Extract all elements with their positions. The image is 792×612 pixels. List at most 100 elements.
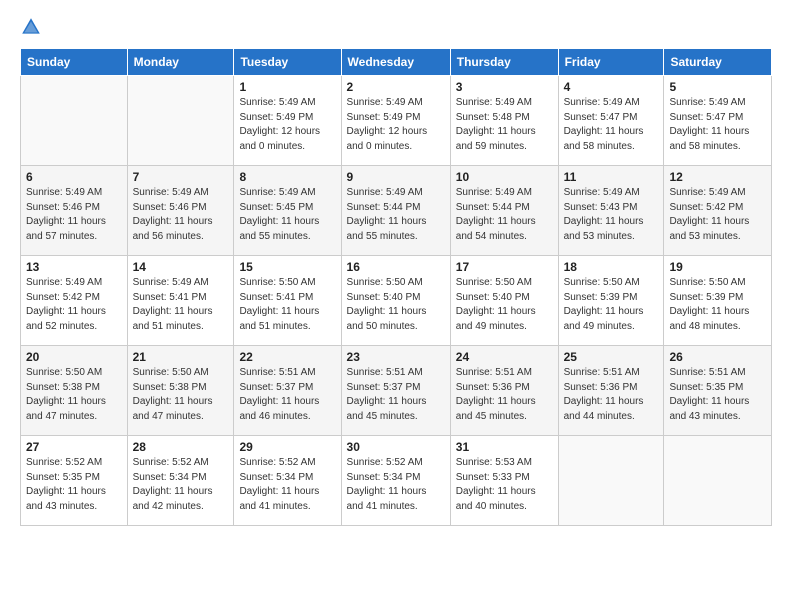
day-number: 24 (456, 350, 553, 364)
day-number: 9 (347, 170, 445, 184)
day-info: Sunrise: 5:50 AMSunset: 5:38 PMDaylight:… (26, 366, 122, 424)
day-number: 23 (347, 350, 445, 364)
calendar-cell: 28 Sunrise: 5:52 AMSunset: 5:34 PMDayligh… (127, 436, 234, 526)
day-number: 11 (564, 170, 659, 184)
day-number: 22 (239, 350, 335, 364)
day-info: Sunrise: 5:49 AMSunset: 5:49 PMDaylight:… (239, 96, 335, 154)
day-info: Sunrise: 5:49 AMSunset: 5:46 PMDaylight:… (26, 186, 122, 244)
calendar-cell: 24 Sunrise: 5:51 AMSunset: 5:36 PMDayligh… (450, 346, 558, 436)
calendar-cell: 13 Sunrise: 5:49 AMSunset: 5:42 PMDayligh… (21, 256, 128, 346)
calendar-cell: 8 Sunrise: 5:49 AMSunset: 5:45 PMDaylight… (234, 166, 341, 256)
day-number: 10 (456, 170, 553, 184)
day-info: Sunrise: 5:52 AMSunset: 5:34 PMDaylight:… (347, 456, 445, 514)
day-number: 17 (456, 260, 553, 274)
weekday-header: Tuesday (234, 49, 341, 76)
day-info: Sunrise: 5:49 AMSunset: 5:44 PMDaylight:… (347, 186, 445, 244)
calendar-cell: 4Sunrise: 5:49 AMSunset: 5:47 PMDaylight… (558, 76, 664, 166)
day-number: 27 (26, 440, 122, 454)
day-info: Sunrise: 5:49 AMSunset: 5:46 PMDaylight:… (133, 186, 229, 244)
calendar-cell: 25 Sunrise: 5:51 AMSunset: 5:36 PMDayligh… (558, 346, 664, 436)
day-number: 12 (669, 170, 766, 184)
day-info: Sunrise: 5:51 AMSunset: 5:37 PMDaylight:… (347, 366, 445, 424)
weekday-header: Wednesday (341, 49, 450, 76)
day-info: Sunrise: 5:50 AMSunset: 5:40 PMDaylight:… (347, 276, 445, 334)
calendar-cell: 2 Sunrise: 5:49 AMSunset: 5:49 PMDaylight… (341, 76, 450, 166)
calendar-cell: 14Sunrise: 5:49 AMSunset: 5:41 PMDayligh… (127, 256, 234, 346)
calendar-cell (664, 436, 772, 526)
calendar-week-row: 20Sunrise: 5:50 AMSunset: 5:38 PMDayligh… (21, 346, 772, 436)
day-info: Sunrise: 5:49 AMSunset: 5:41 PMDaylight:… (133, 276, 229, 334)
day-info: Sunrise: 5:50 AMSunset: 5:39 PMDaylight:… (564, 276, 659, 334)
day-info: Sunrise: 5:49 AMSunset: 5:47 PMDaylight:… (669, 96, 766, 154)
weekday-header: Sunday (21, 49, 128, 76)
day-number: 16 (347, 260, 445, 274)
calendar: SundayMondayTuesdayWednesdayThursdayFrid… (20, 48, 772, 526)
day-info: Sunrise: 5:49 AMSunset: 5:42 PMDaylight:… (26, 276, 122, 334)
calendar-cell: 7 Sunrise: 5:49 AMSunset: 5:46 PMDaylight… (127, 166, 234, 256)
calendar-week-row: 27 Sunrise: 5:52 AMSunset: 5:35 PMDayligh… (21, 436, 772, 526)
day-info: Sunrise: 5:52 AMSunset: 5:34 PMDaylight:… (239, 456, 335, 514)
logo-icon (20, 16, 42, 38)
calendar-cell: 5 Sunrise: 5:49 AMSunset: 5:47 PMDaylight… (664, 76, 772, 166)
calendar-cell (21, 76, 128, 166)
day-info: Sunrise: 5:51 AMSunset: 5:36 PMDaylight:… (456, 366, 553, 424)
calendar-cell: 26Sunrise: 5:51 AMSunset: 5:35 PMDayligh… (664, 346, 772, 436)
day-number: 28 (133, 440, 229, 454)
day-info: Sunrise: 5:50 AMSunset: 5:41 PMDaylight:… (239, 276, 335, 334)
day-number: 26 (669, 350, 766, 364)
calendar-cell: 20Sunrise: 5:50 AMSunset: 5:38 PMDayligh… (21, 346, 128, 436)
calendar-cell: 27 Sunrise: 5:52 AMSunset: 5:35 PMDayligh… (21, 436, 128, 526)
calendar-week-row: 13 Sunrise: 5:49 AMSunset: 5:42 PMDayligh… (21, 256, 772, 346)
day-info: Sunrise: 5:50 AMSunset: 5:38 PMDaylight:… (133, 366, 229, 424)
day-number: 3 (456, 80, 553, 94)
day-number: 30 (347, 440, 445, 454)
day-number: 7 (133, 170, 229, 184)
day-number: 13 (26, 260, 122, 274)
calendar-cell: 12 Sunrise: 5:49 AMSunset: 5:42 PMDayligh… (664, 166, 772, 256)
day-info: Sunrise: 5:49 AMSunset: 5:48 PMDaylight:… (456, 96, 553, 154)
day-number: 1 (239, 80, 335, 94)
day-info: Sunrise: 5:49 AMSunset: 5:45 PMDaylight:… (239, 186, 335, 244)
day-number: 19 (669, 260, 766, 274)
calendar-cell (127, 76, 234, 166)
weekday-header: Saturday (664, 49, 772, 76)
calendar-cell: 3 Sunrise: 5:49 AMSunset: 5:48 PMDaylight… (450, 76, 558, 166)
day-number: 5 (669, 80, 766, 94)
calendar-cell: 11 Sunrise: 5:49 AMSunset: 5:43 PMDayligh… (558, 166, 664, 256)
calendar-cell: 15 Sunrise: 5:50 AMSunset: 5:41 PMDayligh… (234, 256, 341, 346)
calendar-cell: 10 Sunrise: 5:49 AMSunset: 5:44 PMDayligh… (450, 166, 558, 256)
calendar-cell: 16 Sunrise: 5:50 AMSunset: 5:40 PMDayligh… (341, 256, 450, 346)
calendar-cell: 1 Sunrise: 5:49 AMSunset: 5:49 PMDaylight… (234, 76, 341, 166)
day-info: Sunrise: 5:49 AMSunset: 5:42 PMDaylight:… (669, 186, 766, 244)
page: SundayMondayTuesdayWednesdayThursdayFrid… (0, 0, 792, 612)
day-number: 21 (133, 350, 229, 364)
weekday-header: Friday (558, 49, 664, 76)
day-info: Sunrise: 5:49 AMSunset: 5:43 PMDaylight:… (564, 186, 659, 244)
calendar-cell: 22 Sunrise: 5:51 AMSunset: 5:37 PMDayligh… (234, 346, 341, 436)
day-number: 18 (564, 260, 659, 274)
day-info: Sunrise: 5:51 AMSunset: 5:36 PMDaylight:… (564, 366, 659, 424)
day-number: 15 (239, 260, 335, 274)
day-info: Sunrise: 5:52 AMSunset: 5:34 PMDaylight:… (133, 456, 229, 514)
calendar-cell: 9 Sunrise: 5:49 AMSunset: 5:44 PMDaylight… (341, 166, 450, 256)
day-info: Sunrise: 5:51 AMSunset: 5:37 PMDaylight:… (239, 366, 335, 424)
day-info: Sunrise: 5:49 AMSunset: 5:47 PMDaylight:… (564, 96, 659, 154)
calendar-cell: 17 Sunrise: 5:50 AMSunset: 5:40 PMDayligh… (450, 256, 558, 346)
calendar-cell (558, 436, 664, 526)
day-number: 8 (239, 170, 335, 184)
day-number: 6 (26, 170, 122, 184)
calendar-cell: 30 Sunrise: 5:52 AMSunset: 5:34 PMDayligh… (341, 436, 450, 526)
day-number: 25 (564, 350, 659, 364)
calendar-cell: 21 Sunrise: 5:50 AMSunset: 5:38 PMDayligh… (127, 346, 234, 436)
day-info: Sunrise: 5:50 AMSunset: 5:40 PMDaylight:… (456, 276, 553, 334)
calendar-cell: 29Sunrise: 5:52 AMSunset: 5:34 PMDayligh… (234, 436, 341, 526)
day-info: Sunrise: 5:53 AMSunset: 5:33 PMDaylight:… (456, 456, 553, 514)
day-info: Sunrise: 5:49 AMSunset: 5:44 PMDaylight:… (456, 186, 553, 244)
calendar-cell: 31 Sunrise: 5:53 AMSunset: 5:33 PMDayligh… (450, 436, 558, 526)
day-info: Sunrise: 5:49 AMSunset: 5:49 PMDaylight:… (347, 96, 445, 154)
day-info: Sunrise: 5:52 AMSunset: 5:35 PMDaylight:… (26, 456, 122, 514)
weekday-header: Thursday (450, 49, 558, 76)
day-number: 31 (456, 440, 553, 454)
day-number: 2 (347, 80, 445, 94)
calendar-header-row: SundayMondayTuesdayWednesdayThursdayFrid… (21, 49, 772, 76)
